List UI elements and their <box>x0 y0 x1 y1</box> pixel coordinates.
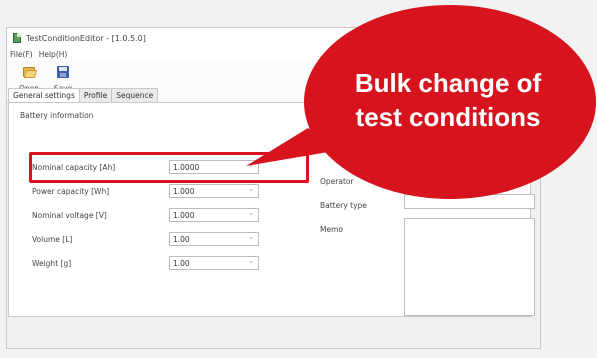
battery-type-label: Battery type <box>320 201 367 210</box>
battery-information-group-label: Battery information <box>20 111 94 120</box>
menu-file[interactable]: File(F) <box>10 50 33 59</box>
power-capacity-label: Power capacity [Wh] <box>32 187 110 196</box>
nominal-voltage-select[interactable]: 1.000 ⌄ <box>169 208 259 222</box>
chevron-down-icon: ⌄ <box>248 257 254 265</box>
title-bar: TestConditionEditor - [1.0.5.0] <box>7 28 540 48</box>
callout-line-2: test conditions <box>355 102 541 132</box>
tab-profile[interactable]: Profile <box>78 88 113 102</box>
volume-label: Volume [L] <box>32 235 73 244</box>
volume-value: 1.00 <box>173 235 190 244</box>
nominal-voltage-label: Nominal voltage [V] <box>32 211 107 220</box>
chevron-down-icon: ⌄ <box>248 233 254 241</box>
memo-field[interactable] <box>404 218 535 316</box>
floppy-disk-icon <box>56 65 70 79</box>
tab-strip: General settings Profile Sequence <box>8 88 159 103</box>
volume-select[interactable]: 1.00 ⌄ <box>169 232 259 246</box>
power-capacity-select[interactable]: 1.000 ⌄ <box>169 184 259 198</box>
battery-type-field[interactable] <box>404 194 535 209</box>
callout-text: Bulk change of test conditions <box>312 66 584 134</box>
nominal-voltage-value: 1.000 <box>173 211 195 220</box>
menu-help[interactable]: Help(H) <box>39 50 68 59</box>
nominal-capacity-highlight <box>29 152 309 183</box>
weight-select[interactable]: 1.00 ⌄ <box>169 256 259 270</box>
tab-general-settings[interactable]: General settings <box>8 88 80 103</box>
chevron-down-icon: ⌄ <box>248 185 254 193</box>
tab-sequence[interactable]: Sequence <box>111 88 159 102</box>
chevron-down-icon: ⌄ <box>248 209 254 217</box>
weight-label: Weight [g] <box>32 259 72 268</box>
folder-open-icon <box>22 65 38 79</box>
weight-value: 1.00 <box>173 259 190 268</box>
operator-label: Operator <box>320 177 354 186</box>
memo-label: Memo <box>320 225 343 234</box>
app-icon <box>12 33 22 43</box>
power-capacity-value: 1.000 <box>173 187 195 196</box>
callout-line-1: Bulk change of <box>354 68 542 98</box>
window-title: TestConditionEditor - [1.0.5.0] <box>26 33 146 43</box>
menu-bar: File(F) Help(H) <box>7 48 540 61</box>
